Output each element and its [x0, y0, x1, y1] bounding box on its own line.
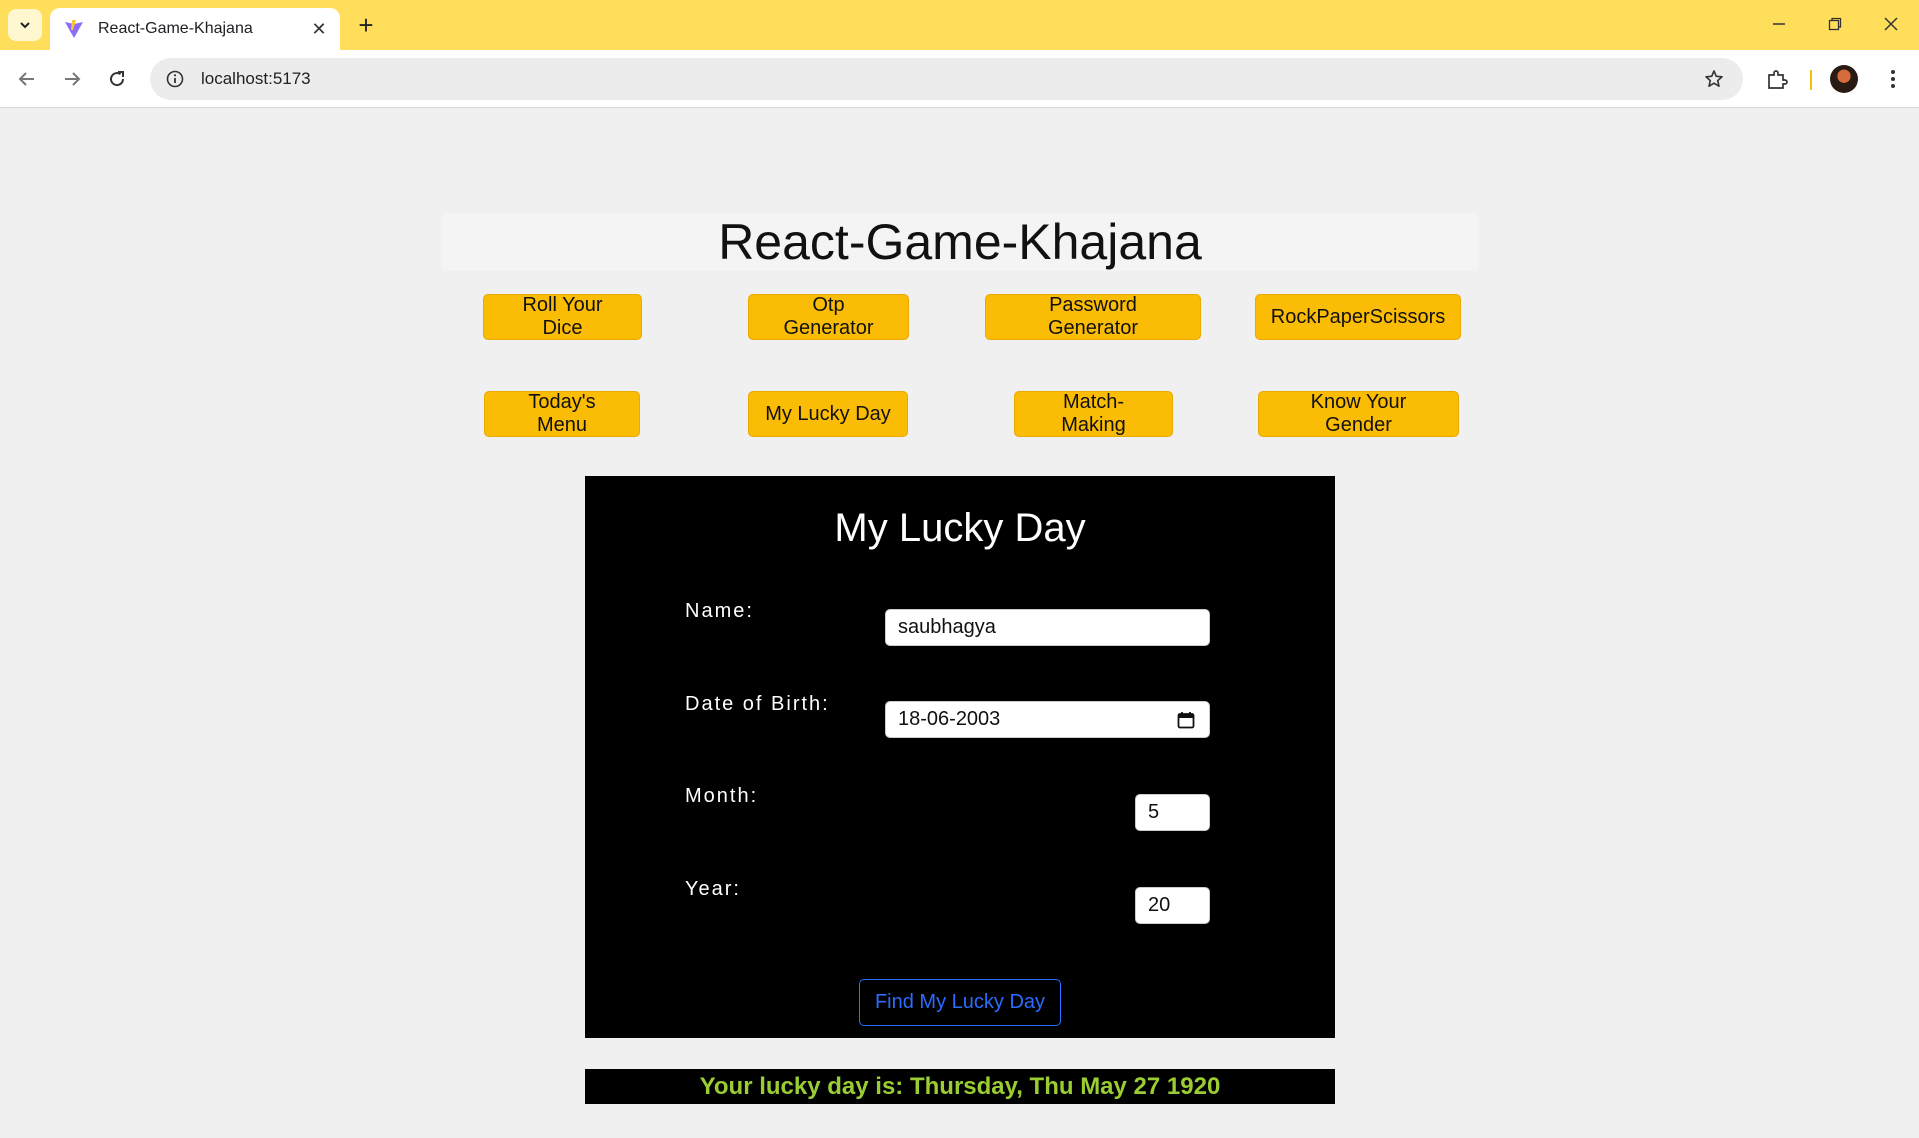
tab-title: React-Game-Khajana: [98, 20, 253, 37]
back-button[interactable]: [10, 62, 44, 96]
close-tab-icon[interactable]: ✕: [304, 14, 334, 44]
forward-button[interactable]: [55, 62, 89, 96]
app-title: React-Game-Khajana: [718, 214, 1202, 270]
page-content: React-Game-Khajana Roll Your Dice Otp Ge…: [0, 109, 1919, 1138]
menu-button[interactable]: [1876, 62, 1910, 96]
name-input[interactable]: saubhagya: [885, 609, 1210, 646]
puzzle-icon: [1768, 70, 1788, 89]
minimize-icon: [1773, 23, 1785, 25]
arrow-left-icon: [18, 72, 34, 86]
browser-tab[interactable]: React-Game-Khajana ✕: [50, 8, 340, 50]
name-input-value: saubhagya: [898, 616, 996, 638]
url-text[interactable]: localhost:5173: [201, 69, 1699, 89]
browser-tab-strip: React-Game-Khajana ✕ +: [0, 0, 1919, 50]
dob-date-input[interactable]: 18-06-2003: [885, 701, 1210, 738]
close-window-button[interactable]: [1863, 0, 1919, 48]
nav-password-generator-button[interactable]: Password Generator: [985, 294, 1201, 340]
year-input-value: 20: [1148, 894, 1171, 916]
new-tab-button[interactable]: +: [350, 9, 382, 41]
app-header: React-Game-Khajana: [442, 213, 1478, 271]
nav-match-making-button[interactable]: Match-Making: [1014, 391, 1173, 437]
dob-label: Date of Birth:: [685, 693, 830, 715]
extensions-button[interactable]: [1760, 62, 1794, 96]
browser-toolbar: localhost:5173: [0, 50, 1919, 108]
lucky-day-result: Your lucky day is: Thursday, Thu May 27 …: [585, 1069, 1335, 1104]
restore-button[interactable]: [1807, 0, 1863, 48]
restore-icon: [1828, 17, 1842, 31]
lucky-day-heading: My Lucky Day: [834, 506, 1086, 550]
tab-search-button[interactable]: [8, 9, 42, 41]
calendar-icon[interactable]: [1177, 711, 1195, 729]
reload-icon: [110, 71, 125, 87]
profile-button[interactable]: [1827, 62, 1861, 96]
kebab-menu-icon: [1891, 70, 1895, 88]
toolbar-divider: [1810, 70, 1812, 90]
bookmark-star-icon[interactable]: [1699, 64, 1729, 94]
nav-my-lucky-day-button[interactable]: My Lucky Day: [748, 391, 908, 437]
minimize-button[interactable]: [1751, 0, 1807, 48]
nav-otp-generator-button[interactable]: Otp Generator: [748, 294, 909, 340]
name-label: Name:: [685, 600, 754, 622]
reload-button[interactable]: [100, 62, 134, 96]
dob-input-value: 18-06-2003: [898, 708, 1001, 730]
avatar: [1830, 65, 1858, 93]
month-input-value: 5: [1148, 801, 1160, 823]
find-my-lucky-day-button[interactable]: Find My Lucky Day: [859, 979, 1061, 1026]
close-icon: [1884, 17, 1898, 31]
vite-favicon-icon: [65, 20, 83, 38]
arrow-right-icon: [65, 72, 81, 86]
address-bar[interactable]: localhost:5173: [150, 58, 1743, 100]
month-label: Month:: [685, 785, 759, 807]
chevron-down-icon: [20, 22, 30, 29]
month-input[interactable]: 5: [1135, 794, 1210, 831]
nav-know-your-gender-button[interactable]: Know Your Gender: [1258, 391, 1459, 437]
site-info-icon[interactable]: [163, 67, 187, 91]
lucky-day-card: My Lucky Day Name: saubhagya Date of Bir…: [585, 476, 1335, 1038]
year-input[interactable]: 20: [1135, 887, 1210, 924]
year-label: Year:: [685, 878, 741, 900]
nav-roll-your-dice-button[interactable]: Roll Your Dice: [483, 294, 642, 340]
nav-todays-menu-button[interactable]: Today's Menu: [484, 391, 640, 437]
nav-rock-paper-scissors-button[interactable]: RockPaperScissors: [1255, 294, 1461, 340]
